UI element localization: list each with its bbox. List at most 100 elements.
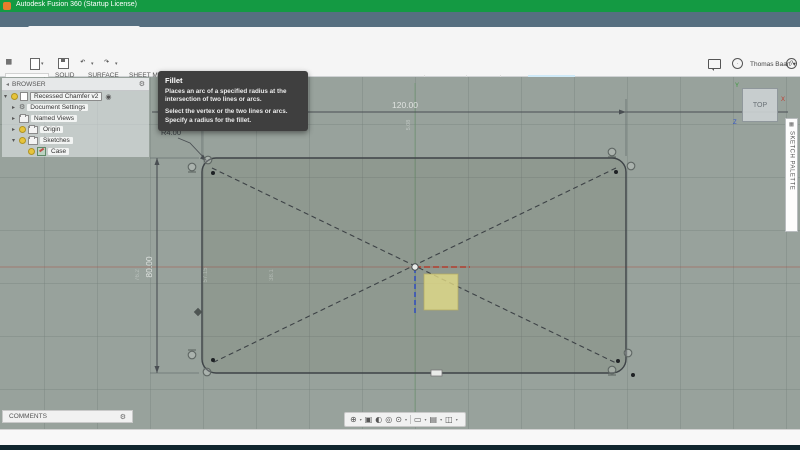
expand-arrow-icon[interactable]: ▸ bbox=[10, 126, 17, 133]
free-orbit-icon[interactable]: ◐ bbox=[375, 415, 382, 424]
file-menu-icon[interactable] bbox=[30, 58, 40, 70]
selection-highlight[interactable] bbox=[423, 273, 459, 311]
folder-icon bbox=[19, 113, 29, 123]
visibility-bulb-icon[interactable] bbox=[19, 137, 26, 144]
tangent-constraint-glyph[interactable] bbox=[202, 367, 212, 377]
browser-item-label[interactable]: Sketches bbox=[40, 137, 73, 144]
visibility-bulb-icon[interactable] bbox=[11, 93, 18, 100]
browser-item-label[interactable]: Document Settings bbox=[27, 104, 89, 111]
sketch-point[interactable] bbox=[211, 171, 215, 175]
save-icon[interactable] bbox=[58, 58, 69, 69]
sketch-icon bbox=[37, 147, 46, 156]
browser-item-label[interactable]: Named Views bbox=[31, 115, 77, 122]
expand-arrow-icon[interactable]: ▾ bbox=[10, 137, 17, 144]
caret-icon: ▾ bbox=[404, 417, 407, 422]
sketch-point[interactable] bbox=[211, 358, 215, 362]
tooltip-description: Places an arc of a specified radius at t… bbox=[165, 88, 287, 104]
tangent-constraint-glyph[interactable] bbox=[607, 147, 617, 157]
browser-header[interactable]: ◂ BROWSER ⚙ bbox=[2, 78, 149, 91]
expand-arrow-icon[interactable]: ▸ bbox=[10, 115, 17, 122]
tangent-constraint-glyph[interactable] bbox=[187, 350, 197, 360]
undo-caret[interactable]: ▾ bbox=[91, 61, 94, 67]
title-bar: Autodesk Fusion 360 (Startup License) bbox=[0, 0, 800, 12]
comments-gear-icon[interactable]: ⚙ bbox=[120, 413, 126, 421]
navbar-separator bbox=[409, 415, 411, 424]
browser-item-label[interactable]: Case bbox=[48, 148, 70, 155]
redo-icon[interactable]: ↷ bbox=[104, 57, 109, 67]
browser-item-named-views[interactable]: ▸ Named Views bbox=[2, 113, 149, 124]
zoom-icon[interactable]: ⊙ bbox=[395, 415, 402, 424]
origin-point[interactable] bbox=[411, 263, 419, 271]
toolbar: ▦ ▾ ↶ ▾ ↷ ▾ · Thomas Baart ▾ ? DESIGN ▾ … bbox=[0, 27, 800, 104]
document-icon bbox=[20, 92, 28, 101]
sketch-point[interactable] bbox=[614, 170, 618, 174]
fit-icon[interactable]: ▣ bbox=[365, 415, 373, 424]
viewcube[interactable]: TOP bbox=[742, 88, 778, 122]
tangent-constraint-glyph[interactable] bbox=[623, 348, 633, 358]
redo-caret[interactable]: ▾ bbox=[115, 61, 118, 67]
browser-item-label[interactable]: Origin bbox=[40, 126, 64, 133]
viewcube-x-axis-label: X bbox=[781, 97, 786, 103]
browser-item-origin[interactable]: ▸ Origin bbox=[2, 124, 149, 135]
tangent-constraint-glyph[interactable] bbox=[187, 162, 197, 172]
caret-icon: ▾ bbox=[424, 417, 427, 422]
reference-dimension[interactable]: 38.1 bbox=[269, 269, 275, 281]
browser-item-root[interactable]: ▾ Recessed Chamfer v2 ◉ bbox=[2, 91, 149, 102]
sketch-palette-tab[interactable]: ▦ SKETCH PALETTE bbox=[785, 118, 798, 232]
comment-icon[interactable] bbox=[708, 59, 721, 71]
help-icon[interactable]: ? bbox=[786, 58, 797, 69]
sketch-point[interactable] bbox=[616, 359, 620, 363]
visibility-bulb-icon[interactable] bbox=[28, 148, 35, 155]
display-settings-icon[interactable]: ▭ bbox=[414, 415, 422, 424]
folder-icon bbox=[28, 124, 38, 134]
dim-arrow bbox=[154, 158, 160, 165]
browser-panel: ◂ BROWSER ⚙ ▾ Recessed Chamfer v2 ◉ ▸ ⚙ … bbox=[2, 78, 149, 157]
browser-item-label[interactable]: Recessed Chamfer v2 bbox=[30, 92, 103, 101]
file-menu-caret[interactable]: ▾ bbox=[41, 61, 44, 67]
tooltip-instruction: Select the vertex or the two lines or ar… bbox=[165, 108, 288, 124]
sketch-point[interactable] bbox=[631, 373, 635, 377]
navigation-bar: ⊕ ▾ ▣ ◐ ◎ ⊙ ▾ ▭ ▾ ▤ ▾ ◫ ▾ bbox=[344, 412, 466, 427]
offset-dimension-value[interactable]: 5.08 bbox=[406, 120, 412, 131]
browser-item-sketches[interactable]: ▾ Sketches bbox=[2, 135, 149, 146]
look-at-icon[interactable]: ◎ bbox=[385, 415, 392, 424]
browser-collapse-icon[interactable]: ◂ bbox=[6, 81, 9, 88]
comments-bar[interactable]: COMMENTS ⚙ bbox=[2, 410, 133, 423]
reference-dimension[interactable]: 76.2 bbox=[135, 269, 141, 281]
collapsed-dimension-chip[interactable] bbox=[430, 369, 443, 377]
folder-icon bbox=[28, 135, 38, 145]
browser-item-case-sketch[interactable]: Case bbox=[2, 146, 149, 157]
fillet-tooltip: Fillet Places an arc of a specified radi… bbox=[158, 71, 308, 131]
tooltip-title: Fillet bbox=[165, 76, 183, 85]
job-status-icon[interactable]: · bbox=[732, 58, 743, 69]
viewcube-y-axis-label: Y bbox=[735, 83, 740, 89]
dim-arrow bbox=[154, 366, 160, 373]
viewports-icon[interactable]: ◫ bbox=[445, 415, 453, 424]
pan-icon[interactable]: ⊕ bbox=[350, 415, 357, 424]
fusion-logo-icon bbox=[3, 2, 11, 10]
visibility-bulb-icon[interactable] bbox=[19, 126, 26, 133]
fusion360-window: Autodesk Fusion 360 (Startup License) Re… bbox=[0, 0, 800, 450]
grid-snaps-icon[interactable]: ▤ bbox=[430, 415, 438, 424]
dim-arrow bbox=[619, 109, 626, 115]
expand-arrow-icon[interactable]: ▸ bbox=[10, 104, 17, 111]
sketch-palette-label: SKETCH PALETTE bbox=[788, 131, 795, 191]
reference-dimension[interactable]: 57.15 bbox=[203, 267, 209, 283]
settings-gear-icon: ⚙ bbox=[19, 104, 26, 111]
browser-settings-gear-icon[interactable]: ⚙ bbox=[139, 80, 145, 88]
app-menu-icon[interactable]: ▦ bbox=[6, 57, 11, 67]
caret-icon: ▾ bbox=[359, 417, 362, 422]
tangent-constraint-glyph[interactable] bbox=[607, 365, 617, 375]
tangent-constraint-glyph[interactable] bbox=[626, 161, 636, 171]
window-title: Autodesk Fusion 360 (Startup License) bbox=[16, 1, 138, 8]
browser-item-document-settings[interactable]: ▸ ⚙ Document Settings bbox=[2, 102, 149, 113]
width-dimension-value[interactable]: 120.00 bbox=[392, 100, 418, 110]
expand-arrow-icon[interactable]: ▾ bbox=[2, 93, 9, 100]
timeline-bar: |◀ ◀ ▶ ▶ ▶| bbox=[0, 429, 800, 445]
tangent-constraint-glyph[interactable] bbox=[203, 155, 213, 165]
edge-marker[interactable] bbox=[193, 307, 203, 317]
undo-icon[interactable]: ↶ bbox=[80, 57, 85, 67]
height-dimension-value[interactable]: 80.00 bbox=[144, 256, 154, 278]
palette-grid-icon: ▦ bbox=[789, 120, 794, 128]
activate-component-icon[interactable]: ◉ bbox=[105, 93, 111, 101]
